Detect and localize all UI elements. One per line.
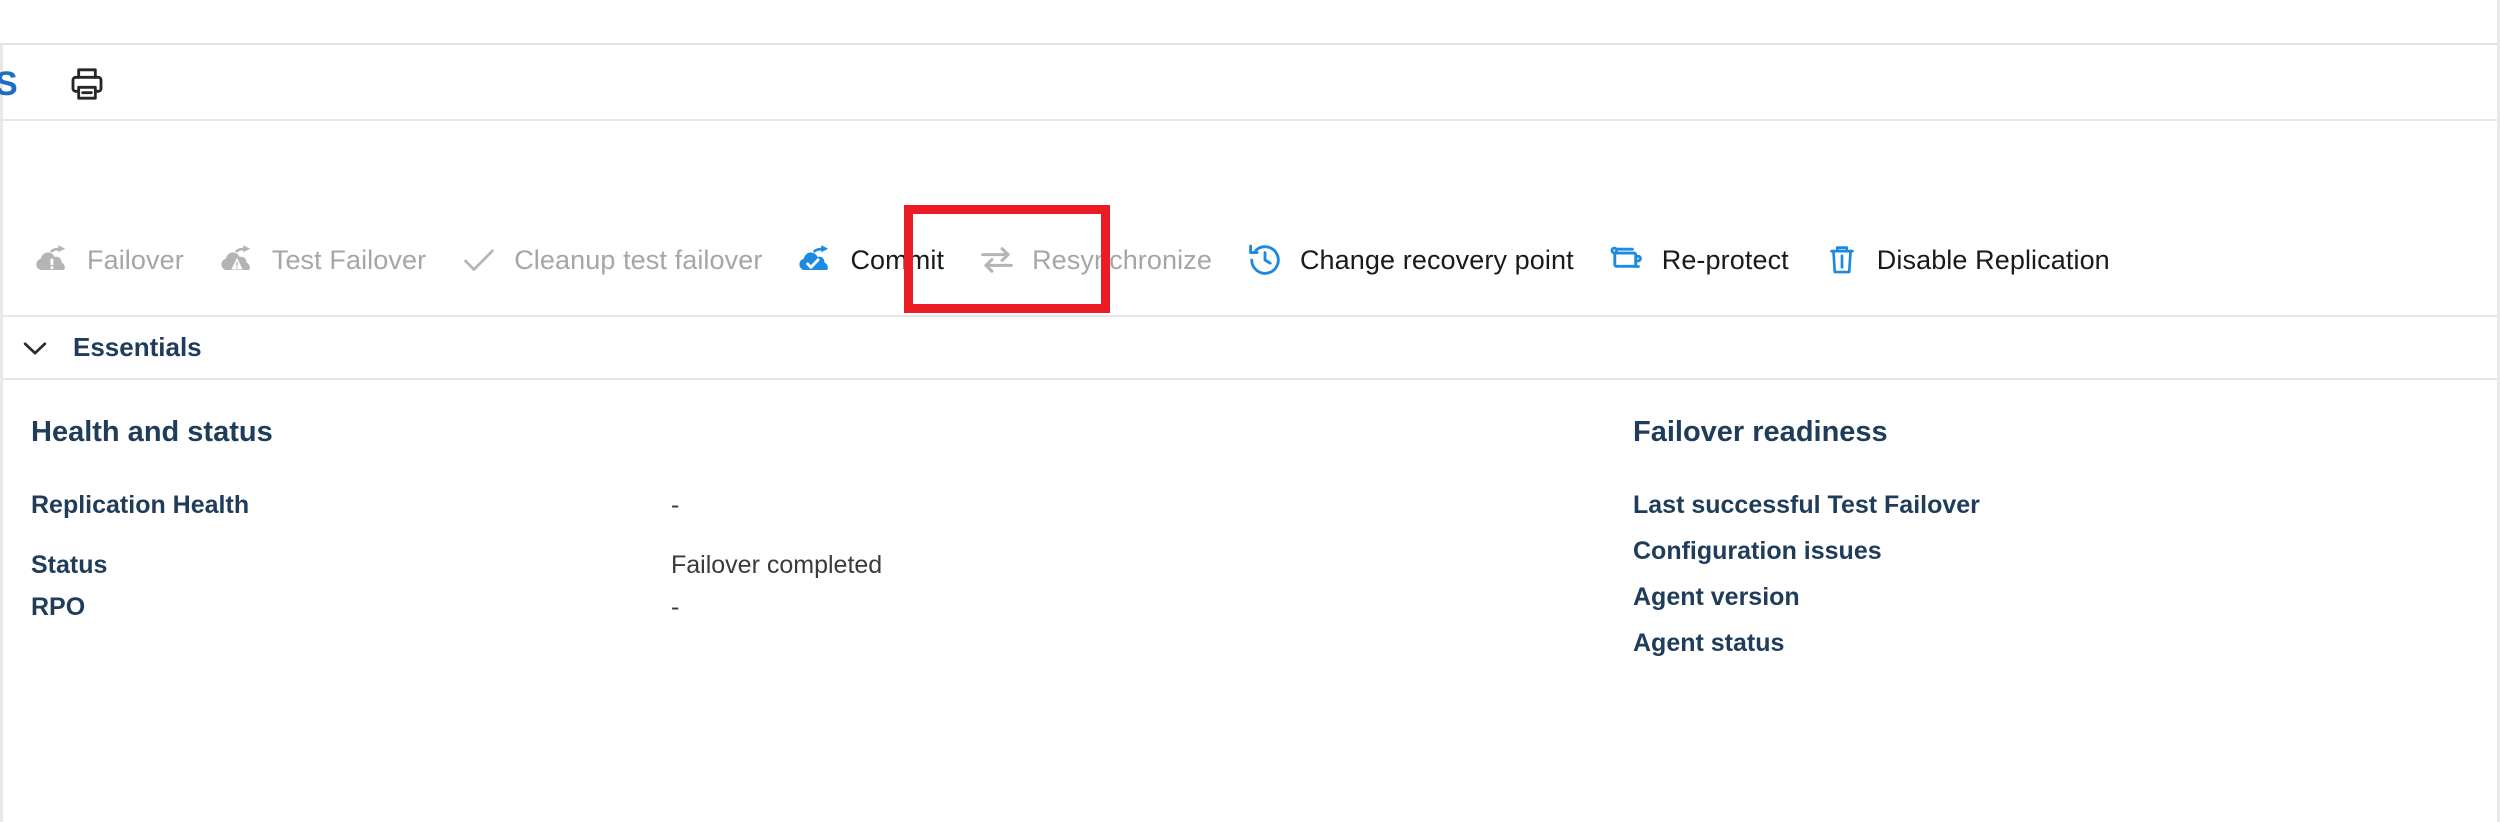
toolbar-button-commit[interactable]: Commit bbox=[780, 224, 962, 296]
toolbar-label-disable-replication: Disable Replication bbox=[1876, 245, 2110, 275]
field-value: - bbox=[671, 491, 680, 519]
field-value: - bbox=[671, 593, 680, 621]
toolbar-label-resynchronize: Resynchronize bbox=[1032, 245, 1212, 275]
toolbar-label-test-failover: Test Failover bbox=[271, 245, 427, 275]
toolbar-button-change-recovery-point[interactable]: Change recovery point bbox=[1230, 224, 1592, 296]
trash-icon bbox=[1821, 239, 1863, 281]
toolbar-button-failover[interactable]: Failover bbox=[17, 224, 202, 296]
window-top-strip bbox=[0, 0, 2500, 45]
clipped-left-glyph: S bbox=[0, 65, 18, 103]
toolbar-label-commit: Commit bbox=[850, 245, 945, 275]
essentials-label: Essentials bbox=[73, 332, 202, 362]
field-rpo: RPO - bbox=[31, 592, 991, 622]
toolbar-button-cleanup-test-failover[interactable]: Cleanup test failover bbox=[444, 224, 780, 296]
field-label: Configuration issues bbox=[1633, 537, 1882, 565]
field-status: Status Failover completed bbox=[31, 550, 991, 580]
toolbar-button-test-failover[interactable]: Test Failover bbox=[202, 224, 444, 296]
chevron-down-icon[interactable] bbox=[13, 326, 57, 370]
clock-rewind-icon bbox=[1244, 239, 1286, 281]
toolbar-button-disable-replication[interactable]: Disable Replication bbox=[1807, 224, 2128, 296]
toolbar-label-cleanup-test-failover: Cleanup test failover bbox=[514, 245, 763, 275]
cloud-commit-icon bbox=[794, 239, 836, 281]
field-label: Last successful Test Failover bbox=[1633, 491, 1980, 519]
cloud-failover-icon bbox=[31, 239, 73, 281]
field-agent-version: Agent version bbox=[1633, 582, 2473, 612]
field-last-successful-test-failover: Last successful Test Failover bbox=[1633, 490, 2473, 520]
two-way-arrows-icon bbox=[976, 239, 1018, 281]
field-label: Agent status bbox=[1633, 629, 1785, 657]
action-toolbar: Failover Test Failover Cleanup test fail… bbox=[3, 205, 2497, 317]
printer-icon bbox=[67, 64, 107, 104]
essentials-section-header[interactable]: Essentials bbox=[3, 317, 2497, 380]
toolbar-label-change-recovery-point: Change recovery point bbox=[1299, 245, 1574, 275]
re-protect-icon bbox=[1606, 239, 1648, 281]
field-label: RPO bbox=[31, 593, 86, 621]
toolbar-button-resynchronize[interactable]: Resynchronize bbox=[962, 224, 1230, 296]
field-configuration-issues: Configuration issues bbox=[1633, 536, 2473, 566]
print-button[interactable] bbox=[61, 59, 113, 109]
essentials-body: Health and status Replication Health - S… bbox=[3, 380, 2497, 822]
checkmark-icon bbox=[458, 239, 500, 281]
field-label: Agent version bbox=[1633, 583, 1800, 611]
health-and-status-title: Health and status bbox=[31, 416, 273, 448]
toolbar-label-re-protect: Re-protect bbox=[1661, 245, 1789, 275]
page-root: S Failover Test Failover Cleanup test fa… bbox=[0, 0, 2500, 822]
toolbar-button-re-protect[interactable]: Re-protect bbox=[1592, 224, 1807, 296]
field-label: Status bbox=[31, 551, 108, 579]
field-agent-status: Agent status bbox=[1633, 628, 2473, 658]
field-value: Failover completed bbox=[671, 551, 883, 579]
toolbar-label-failover: Failover bbox=[87, 245, 184, 275]
cloud-test-failover-icon bbox=[216, 239, 258, 281]
command-bar: S bbox=[0, 47, 2497, 121]
field-replication-health: Replication Health - bbox=[31, 490, 991, 520]
failover-readiness-title: Failover readiness bbox=[1633, 416, 1888, 448]
field-label: Replication Health bbox=[31, 491, 250, 519]
